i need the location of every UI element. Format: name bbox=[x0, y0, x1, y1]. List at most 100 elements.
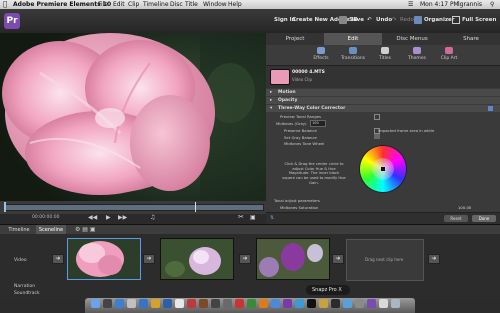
panel-footer-icon[interactable]: ⇅ bbox=[270, 215, 274, 221]
transition-slot[interactable]: ➜ bbox=[143, 254, 155, 264]
dock-app-icon[interactable] bbox=[199, 299, 208, 308]
user-menu[interactable]: lgrannis bbox=[458, 0, 482, 9]
dock-app-icon[interactable] bbox=[319, 299, 328, 308]
mac-menubar:  Adobe Premiere Elements 10 File Edit C… bbox=[0, 0, 500, 9]
tab-share[interactable]: Share bbox=[442, 33, 500, 45]
monitor-scrubber[interactable] bbox=[0, 201, 266, 214]
clock[interactable]: Mon 4:17 PM bbox=[420, 0, 459, 9]
menu-clip[interactable]: Clip bbox=[128, 0, 139, 9]
expand-icon[interactable]: ▸ bbox=[270, 89, 272, 96]
hue-gain-handle[interactable] bbox=[381, 167, 385, 171]
subtab-effects[interactable]: Effects bbox=[306, 47, 336, 61]
dock-app-icon[interactable] bbox=[247, 299, 256, 308]
subtab-themes[interactable]: Themes bbox=[402, 47, 432, 61]
volume-icon[interactable]: ♫ bbox=[150, 214, 155, 221]
menu-disc[interactable]: Disc bbox=[170, 0, 183, 9]
menu-title[interactable]: Title bbox=[185, 0, 198, 9]
menu-file[interactable]: File bbox=[98, 0, 108, 9]
playhead[interactable] bbox=[4, 202, 6, 212]
split-clip-icon[interactable]: ✂ bbox=[238, 213, 244, 221]
app-name-menu[interactable]: Adobe Premiere Elements 10 bbox=[13, 0, 111, 9]
scrubber-track[interactable] bbox=[4, 204, 264, 211]
clip-thumbnail-1[interactable] bbox=[67, 238, 141, 280]
step-back-icon[interactable]: ◀◀ bbox=[88, 214, 97, 221]
organizer-button[interactable]: Organizer bbox=[424, 17, 454, 23]
full-screen-icon bbox=[452, 16, 460, 24]
full-screen-button[interactable]: Full Screen bbox=[462, 17, 496, 23]
apple-icon[interactable]:  bbox=[3, 0, 7, 9]
transition-slot[interactable]: ➜ bbox=[239, 254, 251, 264]
property-three-way[interactable]: ▾ Three-Way Color Corrector bbox=[266, 105, 500, 112]
save-icon bbox=[339, 16, 347, 24]
menu-edit[interactable]: Edit bbox=[113, 0, 125, 9]
collapse-icon[interactable]: ▾ bbox=[270, 105, 272, 112]
done-button[interactable]: Done bbox=[472, 215, 496, 222]
marker[interactable] bbox=[195, 202, 196, 212]
transition-slot[interactable]: ➜ bbox=[52, 254, 64, 264]
midtones-label: Midtones (Gray) bbox=[276, 121, 307, 126]
dock-app-icon[interactable] bbox=[139, 299, 148, 308]
save-button[interactable]: Save bbox=[349, 17, 364, 23]
midtones-saturation-label: Midtones Saturation bbox=[280, 205, 319, 210]
dock-app-icon[interactable] bbox=[355, 299, 364, 308]
dock-app-icon[interactable] bbox=[259, 299, 268, 308]
sceneline-tool-icons[interactable]: ⚙ ▤ ▣ bbox=[75, 226, 96, 233]
dock-app-icon[interactable] bbox=[103, 299, 112, 308]
dock-app-icon[interactable] bbox=[223, 299, 232, 308]
reset-property-icon[interactable] bbox=[488, 106, 493, 111]
spotlight-icon[interactable]: ⚲ bbox=[490, 0, 494, 9]
dock-app-icon[interactable] bbox=[115, 299, 124, 308]
trash-icon[interactable] bbox=[391, 299, 400, 308]
undo-button[interactable]: Undo bbox=[376, 17, 392, 23]
themes-icon bbox=[413, 47, 421, 54]
mac-dock bbox=[85, 298, 415, 313]
menu-window[interactable]: Window bbox=[203, 0, 227, 9]
dock-app-icon[interactable] bbox=[295, 299, 304, 308]
dock-tooltip: Snapz Pro X bbox=[306, 285, 350, 295]
property-motion[interactable]: ▸ Motion bbox=[266, 89, 500, 96]
subtab-clip-art[interactable]: Clip Art bbox=[434, 47, 464, 61]
clip-thumbnail-3[interactable] bbox=[256, 238, 330, 280]
transition-slot[interactable]: ➜ bbox=[332, 254, 344, 264]
tab-project[interactable]: Project bbox=[266, 33, 324, 45]
property-opacity[interactable]: ▸ Opacity bbox=[266, 97, 500, 104]
dock-app-icon[interactable] bbox=[187, 299, 196, 308]
step-forward-icon[interactable]: ▶▶ bbox=[118, 214, 127, 221]
fit-icon[interactable]: ▣ bbox=[250, 214, 256, 221]
wifi-icon[interactable]: ☰ bbox=[408, 0, 413, 9]
undo-icon: ↶ bbox=[367, 17, 372, 23]
dock-app-icon[interactable] bbox=[175, 299, 184, 308]
menu-timeline[interactable]: Timeline bbox=[143, 0, 169, 9]
preview-tonal-checkbox[interactable] bbox=[374, 114, 380, 120]
dock-app-icon[interactable] bbox=[235, 299, 244, 308]
expand-icon[interactable]: ▸ bbox=[270, 97, 272, 104]
dock-app-icon[interactable] bbox=[307, 299, 316, 308]
play-icon[interactable]: ▶ bbox=[106, 214, 111, 221]
dock-app-icon[interactable] bbox=[163, 299, 172, 308]
premiere-logo-icon: Pr bbox=[4, 13, 20, 29]
dock-app-icon[interactable] bbox=[367, 299, 376, 308]
midtones-value: 100 bbox=[312, 121, 319, 125]
eyedropper-icon[interactable] bbox=[374, 134, 380, 139]
dock-app-icon[interactable] bbox=[331, 299, 340, 308]
subtab-titles[interactable]: Titles bbox=[370, 47, 400, 61]
dock-app-icon[interactable] bbox=[379, 299, 388, 308]
clip-thumbnail-2[interactable] bbox=[160, 238, 234, 280]
panel-tabs: Project Edit Disc Menus Share bbox=[266, 33, 500, 45]
dock-app-icon[interactable] bbox=[343, 299, 352, 308]
reset-button[interactable]: Reset bbox=[444, 215, 468, 222]
dock-app-icon[interactable] bbox=[127, 299, 136, 308]
redo-button[interactable]: Redo bbox=[400, 17, 414, 23]
tone-wheel[interactable] bbox=[360, 146, 406, 192]
menu-help[interactable]: Help bbox=[228, 0, 242, 9]
dock-app-icon[interactable] bbox=[271, 299, 280, 308]
tab-disc-menus[interactable]: Disc Menus bbox=[382, 33, 442, 45]
finder-icon[interactable] bbox=[91, 299, 100, 308]
transition-slot[interactable]: ➜ bbox=[428, 254, 440, 264]
subtab-transitions[interactable]: Transitions bbox=[338, 47, 368, 61]
dock-app-icon[interactable] bbox=[283, 299, 292, 308]
dock-app-icon[interactable] bbox=[211, 299, 220, 308]
drop-target[interactable]: Drag next clip here bbox=[346, 239, 424, 281]
dock-app-icon[interactable] bbox=[151, 299, 160, 308]
tab-edit[interactable]: Edit bbox=[324, 33, 382, 45]
